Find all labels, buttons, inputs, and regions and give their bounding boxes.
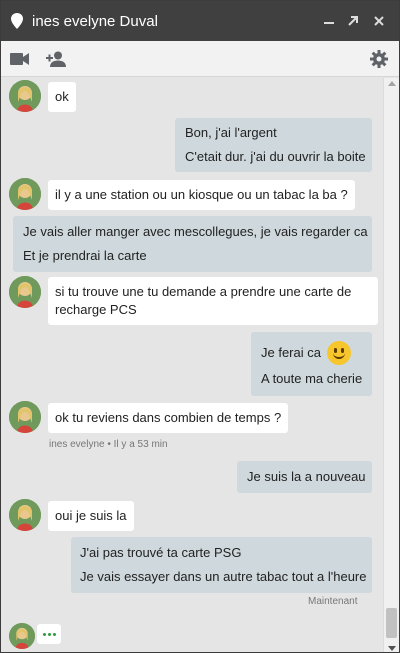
contact-avatar[interactable] <box>9 178 41 210</box>
message-timestamp: Maintenant <box>308 596 358 607</box>
message-text: Je vais aller manger avec mescollegues, … <box>23 224 368 239</box>
message-text: recharge PCS <box>55 302 137 317</box>
video-call-icon <box>10 53 29 65</box>
message-text: oui je suis la <box>55 508 127 523</box>
message-text: Et je prendrai la carte <box>23 248 147 263</box>
message-outgoing: Je vais aller manger avec mescollegues, … <box>13 216 372 272</box>
contact-avatar[interactable] <box>9 80 41 112</box>
popout-icon <box>348 16 358 26</box>
contact-avatar[interactable] <box>9 623 35 649</box>
message-incoming: oui je suis la <box>48 501 134 531</box>
message-text: C'etait dur. j'ai du ouvrir la boite <box>185 149 366 164</box>
scrollbar-thumb[interactable] <box>386 608 397 638</box>
video-call-button[interactable] <box>9 47 31 71</box>
message-outgoing: J'ai pas trouvé ta carte PSG Je vais ess… <box>71 537 372 593</box>
message-timestamp: ines evelyne • Il y a 53 min <box>49 439 168 450</box>
avatar-photo <box>9 401 41 433</box>
chat-scrollbar[interactable] <box>383 78 399 652</box>
message-incoming: ok tu reviens dans combien de temps ? <box>48 403 289 433</box>
message-text: Je suis la a nouveau <box>247 469 366 484</box>
add-person-button[interactable] <box>45 47 69 71</box>
scroll-up-arrow-icon[interactable] <box>388 81 396 86</box>
popout-button[interactable] <box>343 11 363 31</box>
minimize-button[interactable] <box>319 11 339 31</box>
contact-avatar[interactable] <box>9 499 41 531</box>
avatar-photo <box>9 80 41 112</box>
message-outgoing: Bon, j'ai l'argent C'etait dur. j'ai du … <box>175 118 372 172</box>
typing-dot <box>42 632 46 636</box>
location-pin-icon <box>11 13 23 29</box>
chat-window: ines evelyne Duval ok Bon, j'ai l'argent… <box>0 0 400 653</box>
message-incoming: il y a une station ou un kiosque ou un t… <box>48 180 355 210</box>
close-icon <box>374 16 384 26</box>
avatar-photo <box>9 178 41 210</box>
close-button[interactable] <box>369 11 389 31</box>
contact-avatar[interactable] <box>9 401 41 433</box>
message-outgoing: Je ferai ca A toute ma cherie <box>251 332 372 396</box>
message-incoming: si tu trouve une tu demande a prendre un… <box>48 277 378 325</box>
settings-gear-icon <box>370 50 388 68</box>
message-text: J'ai pas trouvé ta carte PSG <box>80 545 242 560</box>
avatar-photo <box>9 499 41 531</box>
chat-toolbar <box>1 41 399 77</box>
message-text: ok tu reviens dans combien de temps ? <box>55 410 282 425</box>
typing-dot <box>52 632 56 636</box>
message-text: ok <box>55 89 69 104</box>
window-title: ines evelyne Duval <box>32 13 158 30</box>
message-incoming: ok <box>48 82 76 112</box>
avatar-photo <box>9 276 41 308</box>
message-line: Je ferai ca <box>261 340 362 366</box>
smiley-emoji-icon <box>326 340 351 365</box>
message-outgoing: Je suis la a nouveau <box>237 461 372 493</box>
settings-button[interactable] <box>368 47 390 71</box>
message-text: Je ferai ca <box>261 345 321 360</box>
contact-avatar[interactable] <box>9 276 41 308</box>
message-text: Bon, j'ai l'argent <box>185 125 277 140</box>
typing-dot <box>47 632 51 636</box>
add-person-icon <box>46 51 66 67</box>
message-text: A toute ma cherie <box>261 371 363 386</box>
title-bar[interactable]: ines evelyne Duval <box>1 1 399 41</box>
scroll-down-arrow-icon[interactable] <box>388 646 396 651</box>
typing-indicator <box>37 624 61 644</box>
avatar-photo <box>9 623 35 649</box>
message-text: si tu trouve une tu demande a prendre un… <box>55 284 352 299</box>
message-text: Je vais essayer dans un autre tabac tout… <box>80 569 367 584</box>
minimize-icon <box>324 22 334 24</box>
message-text: il y a une station ou un kiosque ou un t… <box>55 187 348 202</box>
